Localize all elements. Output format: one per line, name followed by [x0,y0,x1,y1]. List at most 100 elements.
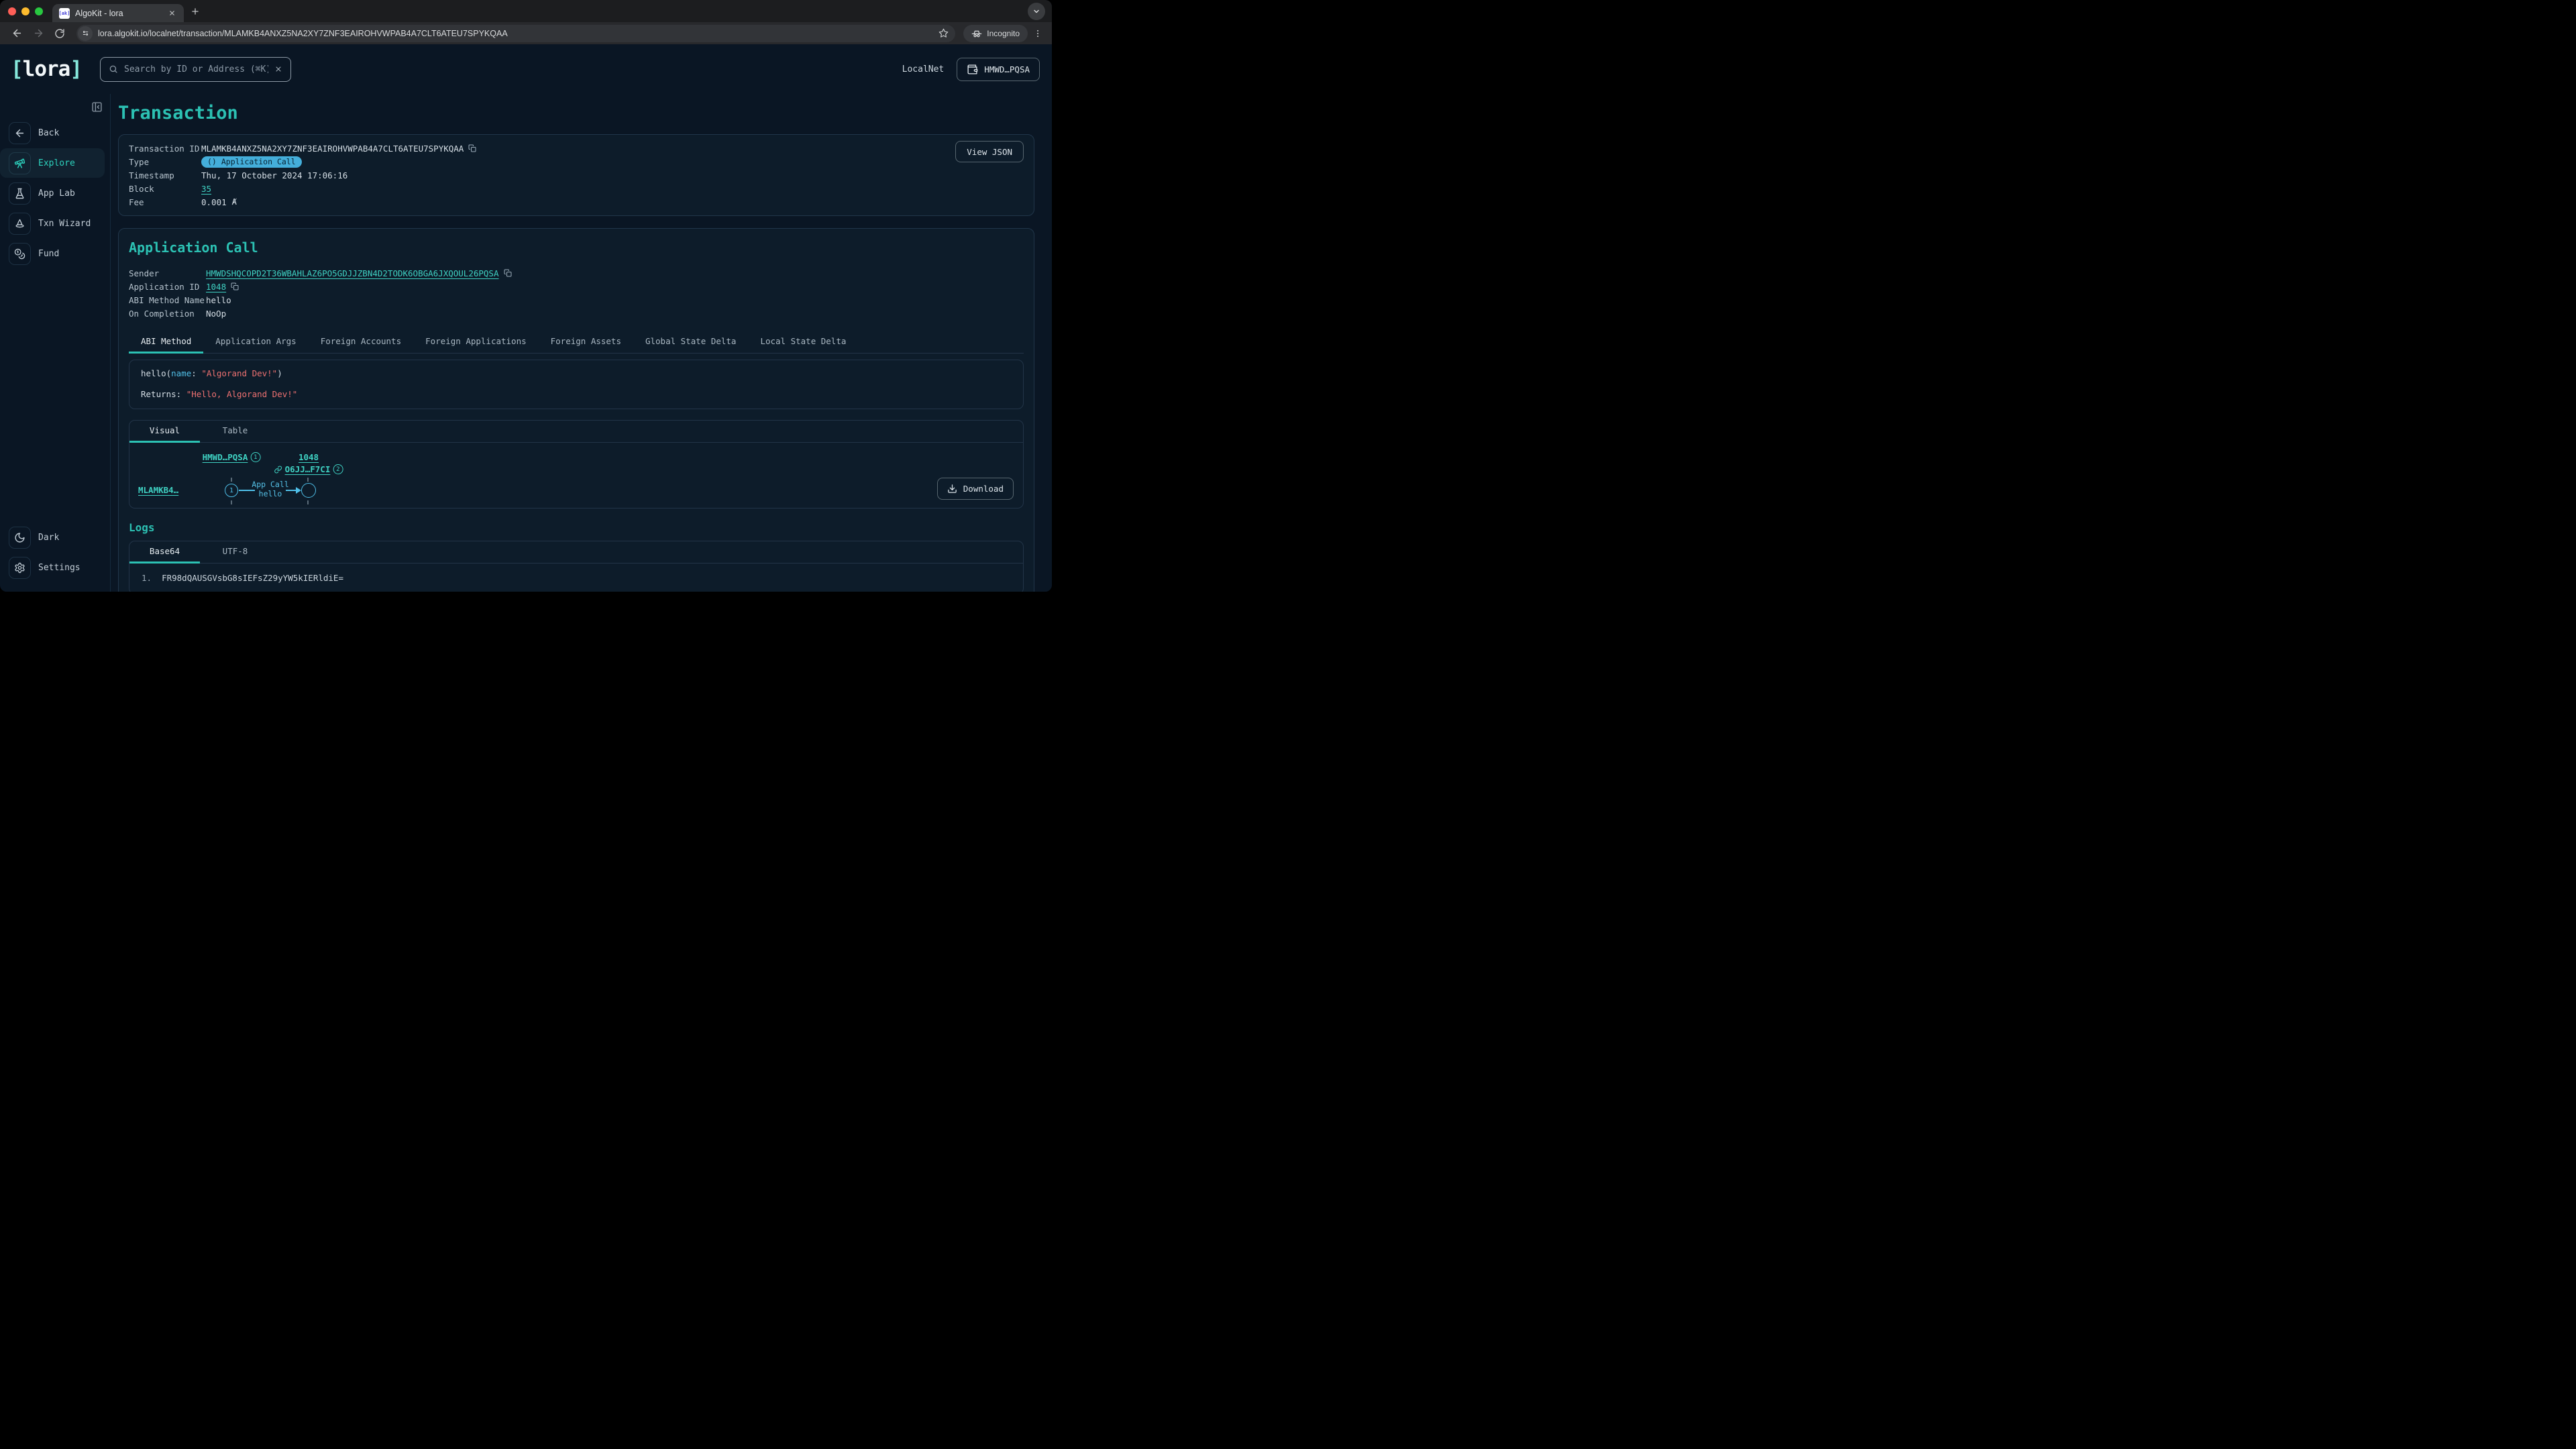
timestamp-value: Thu, 17 October 2024 17:06:16 [201,170,347,180]
flask-icon [9,182,31,205]
abi-return-value: "Hello, Algorand Dev!" [186,389,298,399]
browser-window: [ak] AlgoKit - lora lora.algokit [0,0,1052,592]
incognito-badge: Incognito [963,25,1028,42]
logs-title: Logs [129,521,1024,534]
badge-text: Application Call [221,156,296,168]
network-selector[interactable]: LocalNet [902,64,945,74]
copy-icon[interactable] [468,144,476,152]
sidebar-item-back[interactable]: Back [0,118,110,148]
sender-link[interactable]: HMWDSHQCOPD2T36WBAHLAZ6PO5GDJJZBN4D2TODK… [206,268,499,278]
visual-panel: Visual Table HMWD…PQSA 1 1048 [129,420,1024,508]
tab-close-icon[interactable] [166,8,177,19]
wallet-button[interactable]: HMWD…PQSA [957,58,1040,81]
forward-icon[interactable] [30,25,47,42]
abi-method-name-value: hello [206,295,231,305]
graph-group-link[interactable]: O6JJ…F7CI [285,464,331,474]
field-label: On Completion [129,309,206,319]
sidebar-item-txn-wizard[interactable]: Txn Wizard [0,209,110,238]
close-window-button[interactable] [8,7,16,15]
bookmark-star-icon[interactable] [938,28,949,38]
tab-visual[interactable]: Visual [129,421,200,442]
sidebar-item-settings[interactable]: Settings [0,553,110,582]
graph-target-node [301,483,316,498]
incognito-label: Incognito [987,29,1020,38]
tab-local-state-delta[interactable]: Local State Delta [748,331,858,353]
tab-foreign-assets[interactable]: Foreign Assets [539,331,633,353]
tab-global-state-delta[interactable]: Global State Delta [633,331,748,353]
sidebar-item-theme-dark[interactable]: Dark [0,523,110,552]
wizard-hat-icon [9,213,31,235]
graph-sender-link[interactable]: HMWD…PQSA [203,452,248,462]
tab-abi-method[interactable]: ABI Method [129,331,203,353]
sender-row: Sender HMWDSHQCOPD2T36WBAHLAZ6PO5GDJJZBN… [129,266,1024,280]
field-label: Sender [129,268,206,278]
appcall-tabs: ABI Method Application Args Foreign Acco… [129,331,1024,354]
view-json-button[interactable]: View JSON [955,141,1024,162]
field-label: Application ID [129,282,206,292]
browser-tab[interactable]: [ak] AlgoKit - lora [52,4,184,22]
back-icon[interactable] [8,25,25,42]
new-tab-button[interactable] [191,7,200,16]
browser-toolbar: lora.algokit.io/localnet/transaction/MLA… [0,22,1052,44]
graph-sender-badge: 1 [250,452,260,462]
main-content: Transaction Transaction ID MLAMKB4ANXZ5N… [111,94,1052,592]
search-icon [109,64,118,74]
transaction-card: Transaction ID MLAMKB4ANXZ5NA2XY7ZNF3EAI… [118,134,1034,216]
tab-application-args[interactable]: Application Args [203,331,308,353]
block-row: Block 35 [129,182,1024,195]
sidebar-item-label: Settings [38,563,80,573]
transaction-type-badge: ()Application Call [201,156,302,168]
tab-foreign-applications[interactable]: Foreign Applications [413,331,539,353]
abi-method-name-row: ABI Method Name hello [129,293,1024,307]
reload-icon[interactable] [51,25,68,42]
logs-panel: Base64 UTF-8 1. FR98dQAUSGVsbG8sIEFsZ29y… [129,541,1024,592]
maximize-window-button[interactable] [35,7,43,15]
app-header: [lora] LocalNet HMWD…PQSA [0,44,1052,94]
download-button[interactable]: Download [937,478,1014,500]
arrow-left-icon [9,122,31,144]
graph-txn-link[interactable]: MLAMKB4… [138,485,178,495]
application-call-title: Application Call [129,239,1024,256]
download-icon [947,484,957,494]
graph-edge-label: App Call hello [252,480,288,498]
tab-table[interactable]: Table [200,421,270,442]
tab-strip: [ak] AlgoKit - lora [0,0,1052,22]
favicon: [ak] [59,8,70,19]
sidebar-item-explore[interactable]: Explore [0,148,105,178]
wallet-icon [967,64,978,75]
application-id-link[interactable]: 1048 [206,282,226,292]
log-entry: 1. FR98dQAUSGVsbG8sIEFsZ29yYW5kIERldiE= [129,564,1023,592]
tab-title: AlgoKit - lora [75,9,161,18]
log-value: FR98dQAUSGVsbG8sIEFsZ29yYW5kIERldiE= [162,573,343,583]
graph-app-id-link[interactable]: 1048 [299,452,319,462]
application-call-card: Application Call Sender HMWDSHQCOPD2T36W… [118,228,1034,592]
sidebar-item-app-lab[interactable]: App Lab [0,178,110,208]
tab-foreign-accounts[interactable]: Foreign Accounts [309,331,413,353]
sidebar-item-fund[interactable]: Fund [0,239,110,268]
log-index: 1. [142,573,152,583]
site-settings-icon[interactable] [78,26,93,41]
moon-icon [9,527,31,549]
minimize-window-button[interactable] [21,7,30,15]
window-controls [0,7,52,15]
sidebar-spacer [0,269,110,523]
search-input[interactable] [124,64,268,74]
tab-base64[interactable]: Base64 [129,541,200,563]
address-bar[interactable]: lora.algokit.io/localnet/transaction/MLA… [76,25,955,42]
search-box[interactable] [100,57,291,82]
abi-returns-line: Returns: "Hello, Algorand Dev!" [141,389,1012,399]
browser-menu-icon[interactable] [1032,29,1044,38]
link-icon [274,466,282,474]
clear-search-icon[interactable] [274,65,282,73]
edge-label-method: hello [252,489,288,498]
block-link[interactable]: 35 [201,184,211,194]
copy-icon[interactable] [504,269,512,277]
on-completion-row: On Completion NoOp [129,307,1024,320]
tab-search-chevron-down-icon[interactable] [1028,3,1045,20]
transaction-graph: HMWD…PQSA 1 1048 O6JJ…F7CI [129,443,1023,508]
collapse-sidebar-icon[interactable] [89,99,104,114]
tab-utf8[interactable]: UTF-8 [200,541,270,563]
lora-logo[interactable]: [lora] [11,57,82,81]
graph-app-column: 1048 [299,452,319,462]
copy-icon[interactable] [231,282,239,290]
